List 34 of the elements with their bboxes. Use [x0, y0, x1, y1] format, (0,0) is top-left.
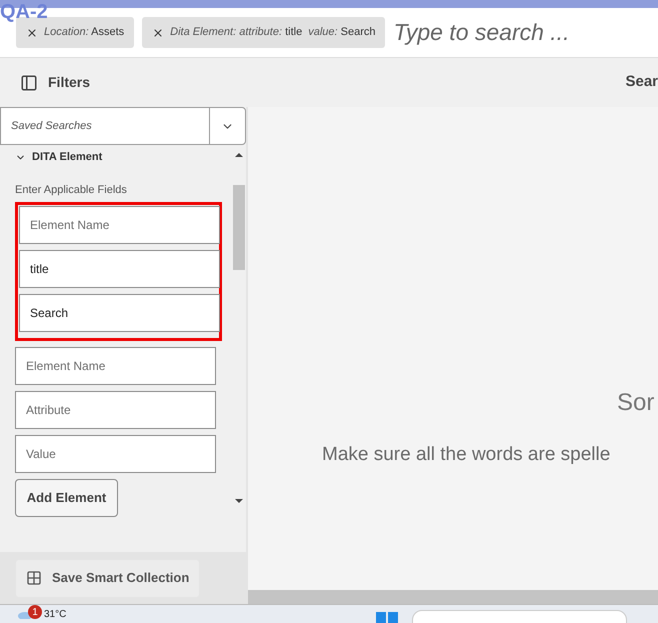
- tag-text: Location: Assets: [44, 25, 124, 40]
- tag-text: Dita Element: attribute: title: [170, 25, 302, 40]
- section-header[interactable]: DITA Element: [15, 149, 232, 166]
- windows-logo-icon[interactable]: [376, 612, 398, 623]
- empty-title: Sor: [616, 388, 656, 418]
- input-field[interactable]: Attribute: [15, 391, 216, 429]
- close-icon[interactable]: [152, 26, 164, 38]
- input-field[interactable]: Element Name: [19, 206, 220, 244]
- empty-message: Make sure all the words are spelle: [321, 443, 612, 467]
- filters-panel-icon[interactable]: [20, 74, 38, 92]
- filters-label[interactable]: Filters: [48, 72, 90, 93]
- temperature: 31°C: [44, 608, 66, 622]
- input-field[interactable]: Element Name: [15, 347, 216, 385]
- saved-searches-dropdown[interactable]: Saved Searches: [0, 107, 246, 145]
- saved-searches-field[interactable]: Saved Searches: [1, 108, 209, 144]
- grid-icon: [26, 570, 42, 586]
- input-field[interactable]: title: [19, 250, 220, 288]
- input-field[interactable]: Value: [15, 435, 216, 473]
- overlay-label: QA-2: [0, 2, 48, 22]
- scrollbar-thumb[interactable]: [233, 185, 245, 270]
- results-header: Sear: [625, 72, 658, 92]
- cloud-icon[interactable]: [18, 609, 32, 619]
- save-collection-button[interactable]: Save Smart Collection: [16, 560, 200, 596]
- notification-badge: 1: [28, 605, 42, 619]
- scroll-down-icon[interactable]: [235, 499, 243, 503]
- search-field[interactable]: Type to search ...: [393, 15, 658, 50]
- tag-text: value: Search: [308, 25, 376, 40]
- add-element-button[interactable]: Add Element: [15, 479, 118, 517]
- section-title: DITA Element: [32, 150, 102, 165]
- close-icon[interactable]: [26, 26, 38, 38]
- input-field[interactable]: Search: [19, 294, 220, 332]
- taskbar-search-field[interactable]: [412, 610, 628, 623]
- fields-hint: Enter Applicable Fields: [15, 182, 128, 198]
- scroll-up-icon[interactable]: [235, 153, 243, 157]
